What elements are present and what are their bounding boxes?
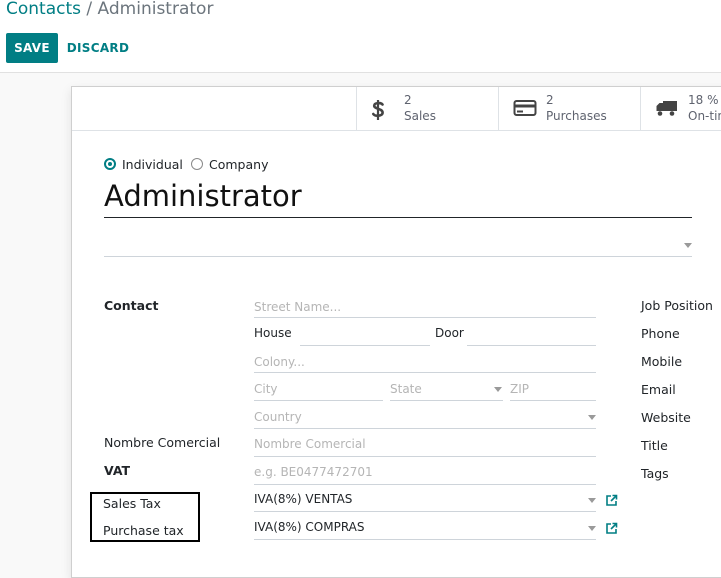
parent-company-underline (104, 256, 692, 257)
credit-card-icon (513, 99, 537, 121)
save-button[interactable]: SAVE (6, 33, 58, 63)
discard-button[interactable]: DISCARD (63, 33, 133, 63)
city-underline (254, 400, 383, 401)
purchase-tax-underline (254, 539, 596, 540)
breadcrumb-contacts-link[interactable]: Contacts (6, 0, 81, 19)
on-time-label: On-tin (688, 109, 721, 123)
state-underline (390, 400, 503, 401)
sales-smart-button[interactable]: 2 Sales (356, 87, 499, 130)
purchase-tax-select[interactable]: IVA(8%) COMPRAS (254, 520, 365, 534)
truck-icon (655, 99, 679, 121)
contact-address-label: Contact (104, 298, 159, 313)
purchase-tax-caret-icon (588, 526, 596, 531)
commercial-name-input[interactable]: Nombre Comercial (254, 437, 366, 451)
purchase-tax-label: Purchase tax (103, 523, 184, 538)
purchases-count: 2 (546, 93, 554, 107)
company-label: Company (209, 157, 269, 172)
commercial-name-label: Nombre Comercial (104, 435, 221, 450)
vat-input[interactable]: e.g. BE0477472701 (254, 465, 373, 479)
house-input[interactable] (300, 345, 430, 346)
dollar-icon (371, 99, 385, 125)
mobile-label: Mobile (641, 354, 683, 369)
individual-label: Individual (122, 157, 183, 172)
country-underline (254, 428, 596, 429)
street-underline (254, 317, 596, 318)
sales-tax-select[interactable]: IVA(8%) VENTAS (254, 492, 352, 506)
phone-label: Phone (641, 326, 680, 341)
website-label: Website (641, 410, 691, 425)
commercial-name-underline (254, 456, 596, 457)
sales-tax-caret-icon (588, 498, 596, 503)
door-input[interactable] (467, 345, 596, 346)
title-label: Title (641, 438, 668, 453)
breadcrumb-separator: / (86, 0, 93, 19)
sales-count: 2 (404, 93, 412, 107)
vat-label: VAT (104, 463, 131, 478)
state-caret-icon (494, 387, 502, 392)
job-position-label: Job Position (641, 298, 713, 313)
colony-input[interactable]: Colony... (254, 355, 305, 369)
parent-company-caret-icon (684, 243, 692, 248)
country-select[interactable]: Country (254, 410, 302, 424)
sales-tax-external-link-icon[interactable] (605, 492, 618, 511)
house-label: House (254, 326, 292, 340)
purchases-label: Purchases (546, 109, 607, 123)
on-time-value: 18 % (688, 93, 719, 107)
tags-label: Tags (641, 466, 669, 481)
state-select[interactable]: State (390, 382, 422, 396)
partner-name-input[interactable]: Administrator (104, 179, 302, 213)
sales-tax-underline (254, 511, 596, 512)
colony-underline (254, 372, 596, 373)
name-underline (104, 217, 692, 218)
door-label: Door (435, 326, 464, 340)
purchases-smart-button[interactable]: 2 Purchases (498, 87, 641, 130)
parent-company-select[interactable] (104, 232, 692, 256)
company-radio[interactable] (191, 158, 203, 170)
street-input[interactable]: Street Name... (254, 300, 341, 314)
breadcrumb: Contacts / Administrator (6, 0, 213, 19)
breadcrumb-current: Administrator (97, 0, 214, 19)
zip-underline (510, 400, 596, 401)
on-time-smart-button[interactable]: 18 % On-tin (640, 87, 721, 130)
email-label: Email (641, 382, 676, 397)
country-caret-icon (588, 415, 596, 420)
sales-tax-label: Sales Tax (103, 496, 161, 511)
purchase-tax-external-link-icon[interactable] (605, 520, 618, 539)
individual-radio[interactable] (104, 158, 116, 170)
sales-label: Sales (404, 109, 436, 123)
zip-input[interactable]: ZIP (510, 382, 529, 396)
city-input[interactable]: City (254, 382, 278, 396)
vat-underline (254, 484, 596, 485)
